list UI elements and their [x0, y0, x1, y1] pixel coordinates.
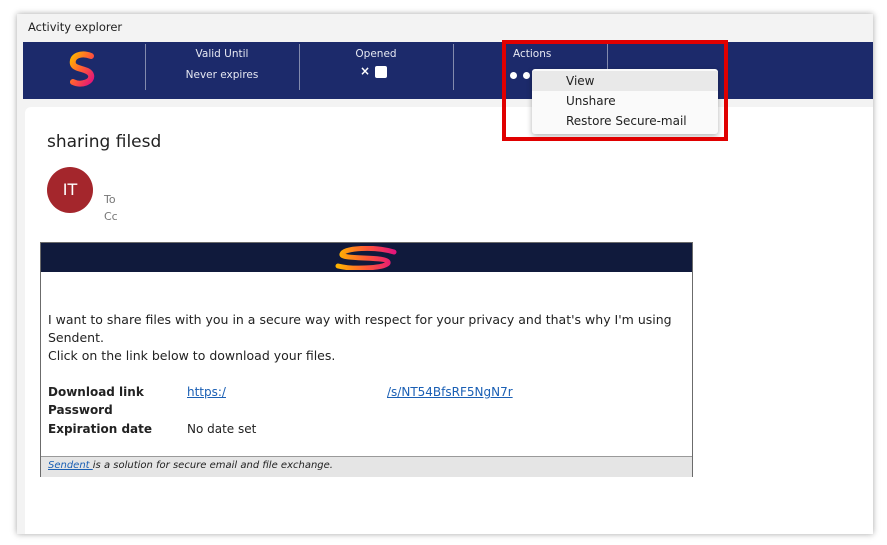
- email-body: I want to share files with you in a secu…: [40, 242, 693, 477]
- footer-description: is a solution for secure email and file …: [92, 460, 333, 471]
- window-title: Activity explorer: [28, 20, 123, 34]
- opened-label: Opened: [355, 48, 397, 60]
- email-intro-text: I want to share files with you in a secu…: [48, 311, 693, 365]
- sendent-swoosh-logo-icon: [335, 246, 397, 270]
- email-footer: Sendent is a solution for secure email a…: [41, 456, 692, 477]
- download-link-label: Download link: [48, 385, 144, 399]
- avatar[interactable]: IT: [47, 167, 93, 213]
- to-label: To: [104, 193, 116, 206]
- message-subject: sharing filesd: [47, 132, 162, 152]
- valid-until-label: Valid Until: [195, 48, 249, 60]
- opened-x-icon: ×: [360, 64, 371, 78]
- expiration-date-label: Expiration date: [48, 422, 153, 436]
- opened-checkbox[interactable]: [375, 66, 387, 78]
- download-link-part-2[interactable]: /s/NT54BfsRF5NgN7r: [387, 385, 513, 399]
- sendent-footer-link[interactable]: Sendent: [48, 460, 93, 471]
- email-footer-text: Sendent is a solution for secure email a…: [48, 460, 333, 471]
- title-bar: Activity explorer: [17, 14, 873, 42]
- share-info-banner: Valid Until Never expires Opened × Actio…: [23, 42, 873, 99]
- sendent-logo-icon: [69, 51, 95, 87]
- download-link-part-1[interactable]: https:/: [187, 385, 226, 399]
- highlight-box: [502, 40, 728, 141]
- email-body-line-1: I want to share files with you in a secu…: [48, 312, 672, 345]
- divider: [453, 44, 454, 90]
- email-body-line-2: Click on the link below to download your…: [48, 348, 336, 363]
- cc-label: Cc: [104, 210, 118, 223]
- valid-until-value: Never expires: [185, 69, 259, 81]
- email-header-bar: [41, 243, 692, 272]
- expiration-date-value: No date set: [187, 422, 257, 436]
- password-label: Password: [48, 403, 113, 417]
